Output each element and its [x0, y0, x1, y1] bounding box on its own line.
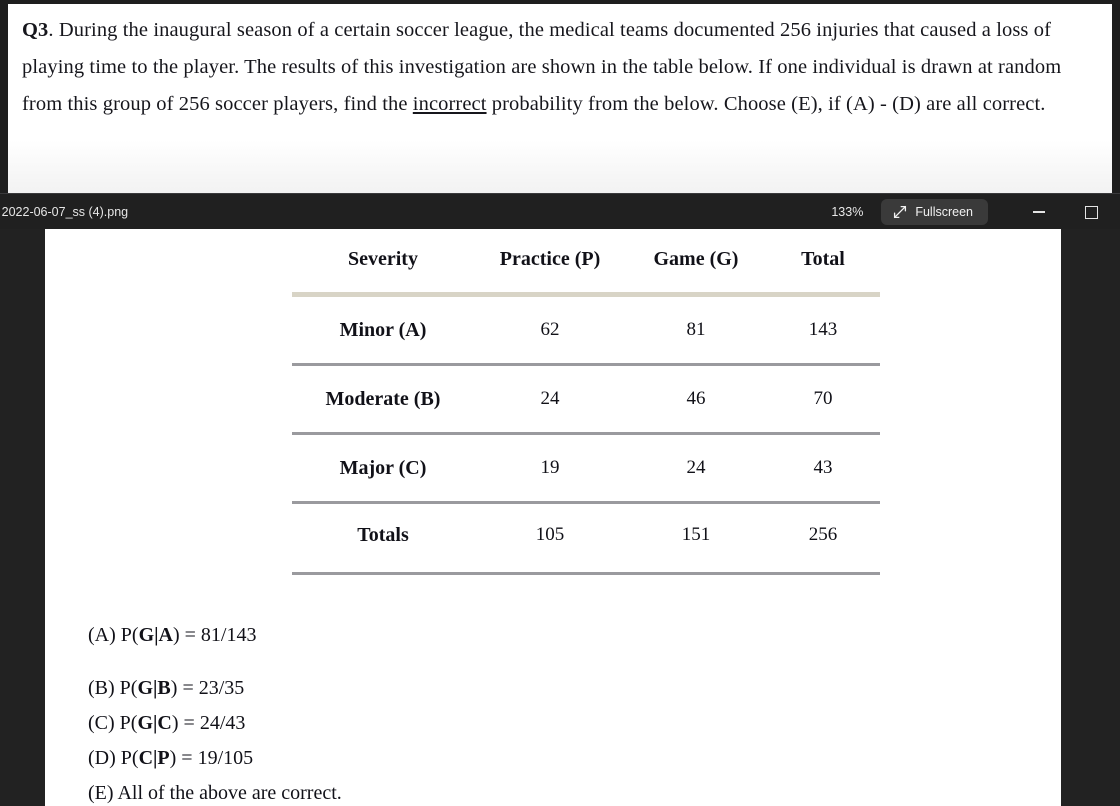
- injury-data-table: Severity Practice (P) Game (G) Total Min…: [292, 229, 880, 566]
- answer-tag: (D): [88, 747, 116, 769]
- window-controls: [1028, 201, 1102, 223]
- question-body-part2: probability from the below. Choose (E), …: [486, 93, 1046, 115]
- cell-practice: 24: [474, 364, 626, 435]
- cell-game: 24: [626, 433, 766, 504]
- answer-option-b: (B) P(G|B) = 23/35: [88, 671, 342, 706]
- table-head: Severity Practice (P) Game (G) Total: [292, 229, 880, 297]
- minimize-button[interactable]: [1028, 201, 1050, 223]
- answer-choices: (A) P(G|A) = 81/143 (B) P(G|B) = 23/35 (…: [88, 618, 342, 806]
- maximize-button[interactable]: [1080, 201, 1102, 223]
- answer-tag: (B): [88, 677, 115, 699]
- viewer-toolbar: - 2022-06-07_ss (4).png 133% Fullscreen: [0, 193, 1120, 230]
- answer-option-c: (C) P(G|C) = 24/43: [88, 706, 342, 741]
- cell-game: 151: [681, 524, 711, 545]
- answer-expr-bold: G|A: [138, 624, 173, 646]
- cell-severity: Major (C): [292, 433, 474, 504]
- maximize-icon: [1084, 205, 1098, 219]
- table-totals-row: Totals 105 151 256: [292, 503, 880, 567]
- answer-tag: (A): [88, 624, 116, 646]
- cell-total: 70: [766, 364, 880, 435]
- cell-severity: Minor (A): [292, 294, 474, 366]
- fullscreen-label: Fullscreen: [915, 205, 973, 219]
- question-text: Q3. During the inaugural season of a cer…: [8, 4, 1112, 123]
- image-viewer-surface[interactable]: Severity Practice (P) Game (G) Total Min…: [0, 229, 1120, 806]
- answer-tag: (E): [88, 782, 114, 804]
- cell-game: 81: [626, 294, 766, 366]
- column-header-total: Total: [766, 229, 880, 297]
- answer-expr-suffix: ) = 81/143: [172, 624, 257, 646]
- answer-expr-bold: G|C: [137, 712, 172, 734]
- filename-label: - 2022-06-07_ss (4).png: [0, 205, 129, 219]
- answer-option-a: (A) P(G|A) = 81/143: [88, 618, 342, 653]
- column-header-practice: Practice (P): [474, 229, 626, 297]
- fullscreen-button[interactable]: Fullscreen: [881, 199, 988, 225]
- table-row: Major (C) 19 24 43: [292, 433, 880, 504]
- answer-expr-suffix: ) = 19/105: [169, 747, 254, 769]
- question-label: Q3: [22, 19, 49, 41]
- cell-severity: Moderate (B): [292, 364, 474, 435]
- cell-game: 46: [626, 364, 766, 435]
- column-header-severity: Severity: [292, 229, 474, 297]
- minimize-icon: [1033, 211, 1045, 213]
- answer-expr-suffix: ) = 24/43: [171, 712, 246, 734]
- table-body: Minor (A) 62 81 143 Moderate (B) 24 46 7…: [292, 294, 880, 567]
- answer-expr-suffix: All of the above are correct.: [113, 782, 342, 804]
- cell-practice: 62: [474, 294, 626, 366]
- answer-expr-suffix: ) = 23/35: [170, 677, 245, 699]
- cell-practice: 19: [474, 433, 626, 504]
- cell-total: 256: [808, 524, 838, 545]
- table-bottom-rule: [292, 572, 880, 575]
- answer-tag: (C): [88, 712, 115, 734]
- cell-severity: Totals: [357, 523, 409, 546]
- column-header-game: Game (G): [626, 229, 766, 297]
- answer-expr-prefix: P(: [120, 747, 139, 769]
- answer-expr-prefix: P(: [119, 712, 138, 734]
- table-row: Minor (A) 62 81 143: [292, 294, 880, 366]
- cell-practice: 105: [535, 524, 565, 545]
- question-underlined-word: incorrect: [412, 93, 487, 115]
- answer-expr-bold: C|P: [138, 747, 170, 769]
- zoom-level-label: 133%: [831, 205, 864, 219]
- cell-total: 43: [766, 433, 880, 504]
- answer-option-e: (E) All of the above are correct.: [88, 776, 342, 806]
- expand-arrows-icon: [893, 205, 907, 219]
- table-header-row: Severity Practice (P) Game (G) Total: [292, 229, 880, 297]
- document-page: Severity Practice (P) Game (G) Total Min…: [45, 229, 1061, 806]
- answer-expr-prefix: P(: [119, 677, 138, 699]
- table-row: Moderate (B) 24 46 70: [292, 364, 880, 435]
- answer-expr-bold: G|B: [137, 677, 171, 699]
- answer-expr-prefix: P(: [120, 624, 139, 646]
- cell-total: 143: [766, 294, 880, 366]
- question-panel: Q3. During the inaugural season of a cer…: [0, 0, 1120, 193]
- answer-option-d: (D) P(C|P) = 19/105: [88, 741, 342, 776]
